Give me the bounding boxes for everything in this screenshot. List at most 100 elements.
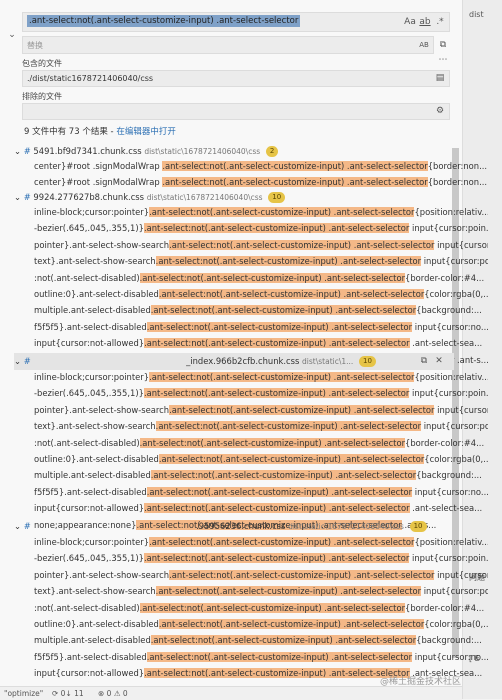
- replace-input[interactable]: 替换 AB: [22, 36, 434, 54]
- replace-placeholder: 替换: [27, 41, 43, 50]
- match-suffix: input{cursor:poin...: [423, 586, 488, 597]
- match-line[interactable]: text}.ant-select-show-search.ant-select:…: [34, 254, 488, 269]
- match-line[interactable]: multiple.ant-select-disabled.ant-select:…: [34, 303, 488, 318]
- match-line[interactable]: multiple.ant-select-disabled.ant-select:…: [34, 468, 488, 483]
- chevron-down-icon[interactable]: ⌄: [14, 192, 21, 202]
- match-line[interactable]: -bezier(.645,.045,.355,1)}.ant-select:no…: [34, 221, 488, 236]
- match-line[interactable]: outline:0}.ant-select-disabled.ant-selec…: [34, 617, 488, 632]
- status-sync[interactable]: ⟳ 0↓ 11: [52, 687, 84, 700]
- file-header[interactable]: ⌄ # 5491.bf9d7341.chunk.css dist\static\…: [14, 144, 494, 159]
- status-branch[interactable]: "optimize": [4, 687, 43, 700]
- match-line[interactable]: inline-block;cursor:pointer}.ant-select:…: [34, 535, 488, 550]
- file-header[interactable]: ⌄ # .95956236.chunk.css dist\static\1678…: [14, 519, 494, 534]
- match-suffix: input{cursor:no...: [412, 651, 488, 662]
- regex-icon[interactable]: .*: [433, 15, 447, 29]
- match-suffix: input{cursor:tex...: [437, 404, 488, 415]
- match-line[interactable]: inline-block;cursor:pointer}.ant-select:…: [34, 205, 488, 220]
- match-highlight: .ant-select:not(.ant-select-customize-in…: [158, 454, 425, 464]
- match-line[interactable]: center}#root .signModalWrap .ant-select:…: [34, 175, 488, 190]
- match-suffix: input{cursor:poin...: [423, 421, 488, 432]
- match-count-badge: 10: [268, 192, 286, 203]
- chevron-down-icon[interactable]: ⌄: [6, 28, 18, 42]
- match-line[interactable]: :not(.ant-select-disabled).ant-select:no…: [34, 601, 488, 616]
- match-prefix: outline:0}.ant-select-disabled: [34, 454, 159, 464]
- open-in-editor-link[interactable]: 在编辑器中打开: [116, 127, 176, 137]
- match-line[interactable]: :not(.ant-select-disabled).ant-select:no…: [34, 436, 488, 451]
- chevron-down-icon[interactable]: ⌄: [14, 521, 21, 531]
- match-prefix: center}#root .signModalWrap: [34, 177, 163, 188]
- match-prefix: input{cursor:not-allowed}: [34, 503, 145, 514]
- match-prefix: -bezier(.645,.045,.355,1)}: [34, 388, 144, 399]
- match-line[interactable]: f5f5f5}.ant-select-disabled.ant-select:n…: [34, 320, 488, 335]
- match-prefix: pointer}.ant-select-show-search: [34, 239, 170, 250]
- status-problems[interactable]: ⊗ 0 ⚠ 0: [98, 687, 128, 700]
- file-header[interactable]: ⌄ # 9924.277627b8.chunk.css dist\static\…: [14, 190, 494, 205]
- match-highlight: .ant-select:not(.ant-select-customize-in…: [144, 668, 410, 679]
- match-suffix: input{cursor:poin...: [409, 388, 488, 399]
- match-count-badge: 10: [358, 356, 376, 367]
- match-prefix: inline-block;cursor:pointer}: [34, 537, 150, 547]
- replace-file-icon[interactable]: ⧉: [418, 354, 430, 368]
- match-line[interactable]: center}#root .signModalWrap .ant-select:…: [34, 159, 488, 174]
- exclude-label: 排除的文件: [22, 92, 62, 101]
- more-icon[interactable]: ⋯: [436, 53, 450, 67]
- search-input[interactable]: .ant-select:not(.ant-select-customize-in…: [22, 12, 450, 32]
- match-highlight: .ant-select:not(.ant-select-customize-in…: [139, 437, 406, 448]
- dismiss-icon[interactable]: ✕: [433, 354, 445, 368]
- match-prefix: inline-block;cursor:pointer}: [34, 372, 150, 382]
- match-line[interactable]: f5f5f5}.ant-select-disabled.ant-select:n…: [34, 485, 488, 500]
- match-prefix: multiple.ant-select-disabled: [34, 635, 151, 646]
- right-strip-label: dist: [469, 10, 484, 19]
- match-highlight: .ant-select:not(.ant-select-customize-in…: [144, 338, 410, 349]
- match-prefix: multiple.ant-select-disabled: [34, 470, 151, 481]
- match-suffix: {border-color:#4...: [405, 437, 485, 448]
- match-count-badge: 2: [265, 146, 279, 157]
- css-file-icon: #: [23, 521, 31, 531]
- preserve-case-icon[interactable]: AB: [417, 38, 431, 52]
- replace-all-icon[interactable]: ⧉: [436, 38, 450, 52]
- match-line[interactable]: multiple.ant-select-disabled.ant-select:…: [34, 633, 488, 648]
- match-highlight: .ant-select:not(.ant-select-customize-in…: [139, 602, 406, 613]
- match-line[interactable]: pointer}.ant-select-show-search.ant-sele…: [34, 568, 488, 583]
- match-highlight: .ant-select:not(.ant-select-customize-in…: [155, 421, 422, 432]
- match-highlight: .ant-select:not(.ant-select-customize-in…: [169, 239, 435, 250]
- match-suffix: {border:non...: [427, 161, 488, 171]
- match-line[interactable]: -bezier(.645,.045,.355,1)}.ant-select:no…: [34, 551, 488, 566]
- match-case-icon[interactable]: Aa: [403, 15, 417, 29]
- match-line[interactable]: text}.ant-select-show-search.ant-select:…: [34, 419, 488, 434]
- match-suffix: .ant-select-sea...: [409, 503, 483, 514]
- match-line[interactable]: input{cursor:not-allowed}.ant-select:not…: [34, 501, 488, 516]
- chevron-down-icon[interactable]: ⌄: [14, 356, 21, 366]
- match-highlight: .ant-select:not(.ant-select-customize-in…: [143, 223, 410, 234]
- settings-icon[interactable]: ⚙: [433, 104, 447, 118]
- match-suffix: {color:rgba(0,...: [424, 454, 488, 464]
- status-bar: "optimize" ⟳ 0↓ 11 ⊗ 0 ⚠ 0: [0, 686, 462, 700]
- match-suffix: {position:relativ...: [414, 207, 488, 217]
- match-line[interactable]: :not(.ant-select-disabled).ant-select:no…: [34, 271, 488, 286]
- match-line[interactable]: pointer}.ant-select-show-search.ant-sele…: [34, 403, 488, 418]
- whole-word-icon[interactable]: ab: [418, 15, 432, 29]
- exclude-input[interactable]: ⚙: [22, 103, 450, 120]
- match-line[interactable]: -bezier(.645,.045,.355,1)}.ant-select:no…: [34, 386, 488, 401]
- match-highlight: .ant-select:not(.ant-select-customize-in…: [149, 372, 415, 382]
- match-line[interactable]: outline:0}.ant-select-disabled.ant-selec…: [34, 452, 488, 467]
- match-prefix: text}.ant-select-show-search: [34, 256, 156, 267]
- match-prefix: text}.ant-select-show-search: [34, 586, 156, 597]
- include-label: 包含的文件: [22, 59, 62, 68]
- match-line[interactable]: outline:0}.ant-select-disabled.ant-selec…: [34, 287, 488, 302]
- match-line[interactable]: input{cursor:not-allowed}.ant-select:not…: [34, 336, 488, 351]
- match-line[interactable]: f5f5f5}.ant-select-disabled.ant-select:n…: [34, 650, 488, 665]
- match-line[interactable]: text}.ant-select-show-search.ant-select:…: [34, 584, 488, 599]
- match-prefix: pointer}.ant-select-show-search: [34, 404, 170, 415]
- match-suffix: input{cursor:no...: [412, 486, 488, 497]
- match-count-badge: 10: [409, 521, 427, 532]
- match-highlight: .ant-select:not(.ant-select-customize-in…: [149, 207, 415, 217]
- match-suffix: input{cursor:poin...: [409, 223, 488, 234]
- include-input[interactable]: ./dist/static1678721406040/css ▤: [22, 70, 450, 87]
- book-icon[interactable]: ▤: [433, 71, 447, 85]
- match-prefix: -bezier(.645,.045,.355,1)}: [34, 223, 144, 234]
- match-line[interactable]: pointer}.ant-select-show-search.ant-sele…: [34, 238, 488, 253]
- chevron-down-icon[interactable]: ⌄: [14, 146, 21, 156]
- match-line[interactable]: inline-block;cursor:pointer}.ant-select:…: [34, 370, 488, 385]
- match-suffix: input{cursor:tex...: [437, 239, 488, 250]
